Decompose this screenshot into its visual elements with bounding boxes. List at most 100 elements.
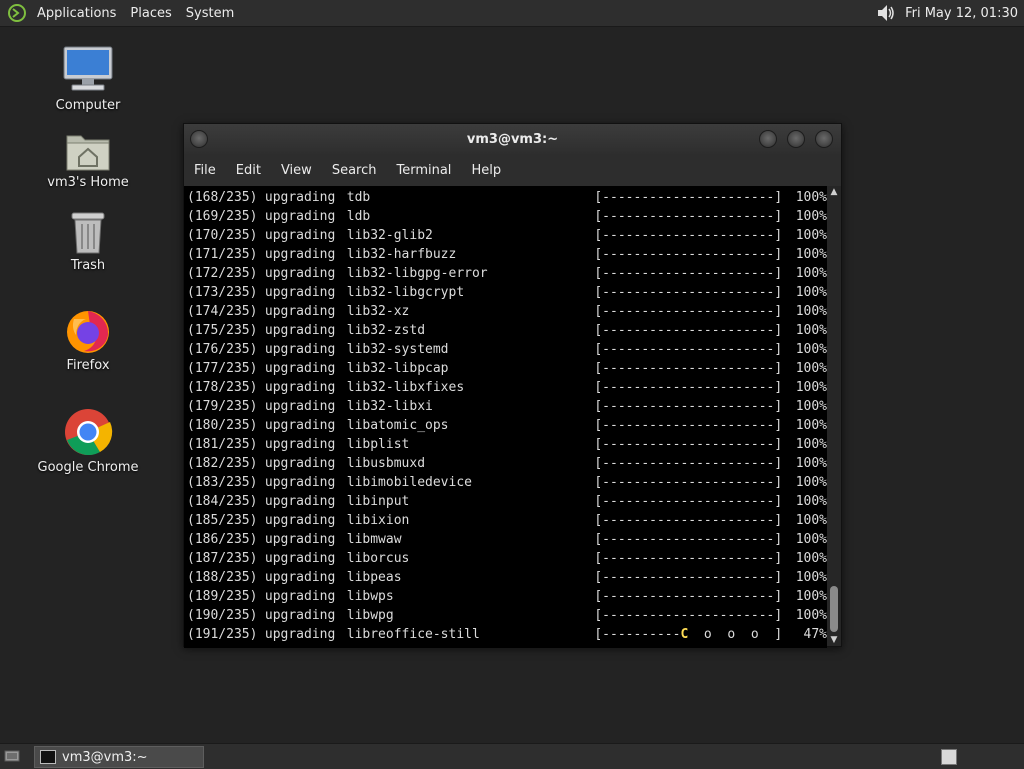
line-package: lib32-glib2: [346, 228, 433, 243]
output-line: (180/235) upgrading libatomic_ops [--------…: [184, 416, 827, 435]
line-progress-bar: [----------------------]: [594, 608, 783, 623]
line-counter: (174/235): [187, 304, 258, 319]
line-percent: 100%: [795, 285, 827, 300]
line-progress-bar: [----------------------]: [594, 285, 783, 300]
menu-terminal[interactable]: Terminal: [386, 163, 461, 178]
line-package: libinput: [346, 494, 410, 509]
line-package: lib32-zstd: [346, 323, 426, 338]
line-counter: (170/235): [187, 228, 258, 243]
minimize-button[interactable]: [759, 130, 777, 148]
desktop-icon-home[interactable]: vm3's Home: [28, 130, 148, 190]
line-percent: 100%: [795, 209, 827, 224]
distro-logo-icon[interactable]: [8, 4, 26, 22]
home-folder-icon: [66, 135, 110, 171]
line-action: upgrading: [264, 608, 336, 623]
line-counter: (180/235): [187, 418, 258, 433]
line-percent: 100%: [795, 380, 827, 395]
clock[interactable]: Fri May 12, 01:30: [905, 6, 1024, 21]
output-line: (182/235) upgrading libusbmuxd [-----------…: [184, 454, 827, 473]
line-progress-bar: [----------------------]: [594, 532, 783, 547]
scroll-down-arrow-icon[interactable]: ▼: [827, 634, 841, 646]
line-percent: 100%: [795, 266, 827, 281]
progress-done: [----------: [594, 627, 681, 642]
menu-edit[interactable]: Edit: [226, 163, 271, 178]
window-titlebar[interactable]: vm3@vm3:~: [184, 124, 841, 154]
line-percent: 100%: [795, 418, 827, 433]
terminal-output[interactable]: (168/235) upgrading tdb [------------------…: [184, 186, 827, 648]
applications-menu[interactable]: Applications: [30, 6, 123, 21]
line-action: upgrading: [264, 551, 336, 566]
line-counter: (176/235): [187, 342, 258, 357]
line-progress-bar: [----------------------]: [594, 551, 783, 566]
output-line: (171/235) upgrading lib32-harfbuzz [-------…: [184, 245, 827, 264]
workspace-switcher[interactable]: [941, 749, 957, 765]
system-menu[interactable]: System: [179, 6, 241, 21]
line-package: libatomic_ops: [346, 418, 449, 433]
output-line: (178/235) upgrading lib32-libxfixes [------…: [184, 378, 827, 397]
line-percent: 100%: [795, 513, 827, 528]
menu-help[interactable]: Help: [461, 163, 511, 178]
show-desktop-icon[interactable]: [4, 748, 20, 764]
line-package: libplist: [346, 437, 410, 452]
menu-file[interactable]: File: [184, 163, 226, 178]
line-progress-bar: [----------------------]: [594, 589, 783, 604]
output-line: (186/235) upgrading libmwaw [--------------…: [184, 530, 827, 549]
output-line: (179/235) upgrading lib32-libxi [----------…: [184, 397, 827, 416]
line-percent: 100%: [795, 456, 827, 471]
computer-icon: [63, 46, 113, 91]
line-progress-bar: [----------------------]: [594, 228, 783, 243]
line-progress-bar: [----------------------]: [594, 513, 783, 528]
desktop-icon-trash[interactable]: Trash: [28, 210, 148, 273]
line-percent: 100%: [795, 190, 827, 205]
line-package: lib32-xz: [346, 304, 410, 319]
line-counter: (191/235): [187, 627, 258, 642]
line-percent: 100%: [795, 589, 827, 604]
places-menu[interactable]: Places: [123, 6, 178, 21]
line-progress-bar: [----------C o o o ]: [594, 625, 787, 644]
line-action: upgrading: [264, 304, 336, 319]
desktop-icon-computer[interactable]: Computer: [28, 45, 148, 113]
line-progress-bar: [----------------------]: [594, 418, 783, 433]
line-percent: 100%: [795, 551, 827, 566]
line-counter: (187/235): [187, 551, 258, 566]
volume-icon[interactable]: [875, 2, 897, 24]
line-counter: (172/235): [187, 266, 258, 281]
desktop-icon-label: Trash: [70, 258, 106, 273]
line-action: upgrading: [264, 190, 336, 205]
close-button[interactable]: [815, 130, 833, 148]
line-percent: 47%: [803, 627, 827, 642]
output-line: (168/235) upgrading tdb [------------------…: [184, 188, 827, 207]
output-line: (169/235) upgrading ldb [------------------…: [184, 207, 827, 226]
window-menu-button[interactable]: [190, 130, 208, 148]
terminal-scrollbar[interactable]: ▲ ▼: [827, 186, 841, 646]
line-action: upgrading: [264, 285, 336, 300]
terminal-window[interactable]: vm3@vm3:~ File Edit View Search Terminal…: [183, 123, 842, 648]
line-action: upgrading: [264, 475, 336, 490]
line-progress-bar: [----------------------]: [594, 209, 783, 224]
line-counter: (184/235): [187, 494, 258, 509]
line-package: libreoffice-still: [346, 627, 480, 642]
line-action: upgrading: [264, 228, 336, 243]
line-action: upgrading: [264, 361, 336, 376]
scroll-up-arrow-icon[interactable]: ▲: [827, 186, 841, 198]
taskbar-terminal-button[interactable]: vm3@vm3:~: [34, 746, 204, 768]
desktop-icon-firefox[interactable]: Firefox: [28, 307, 148, 373]
line-action: upgrading: [264, 266, 336, 281]
line-package: libixion: [346, 513, 410, 528]
line-progress-bar: [----------------------]: [594, 456, 783, 471]
menu-view[interactable]: View: [271, 163, 322, 178]
terminal-icon: [40, 750, 56, 764]
line-action: upgrading: [264, 247, 336, 262]
window-title: vm3@vm3:~: [466, 131, 559, 147]
line-action: upgrading: [264, 342, 336, 357]
line-action: upgrading: [264, 494, 336, 509]
maximize-button[interactable]: [787, 130, 805, 148]
top-panel: Applications Places System Fri May 12, 0…: [0, 0, 1024, 27]
scrollbar-thumb[interactable]: [830, 586, 838, 632]
chrome-icon: [65, 409, 113, 456]
menu-search[interactable]: Search: [322, 163, 387, 178]
desktop-icon-chrome[interactable]: Google Chrome: [28, 407, 148, 475]
line-counter: (181/235): [187, 437, 258, 452]
line-counter: (182/235): [187, 456, 258, 471]
line-package: lib32-libgcrypt: [346, 285, 465, 300]
